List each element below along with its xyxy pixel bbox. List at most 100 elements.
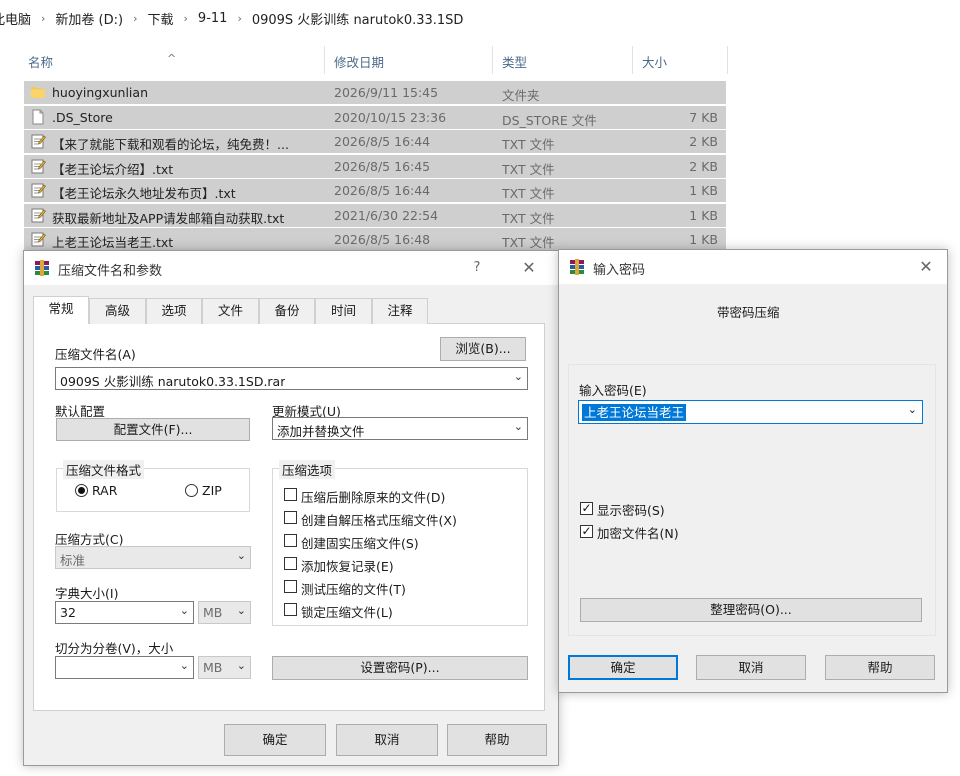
option-checkbox[interactable] [284, 557, 297, 570]
breadcrumb-item[interactable]: 0909S 火影训练 narutok0.33.1SD [246, 9, 470, 28]
column-date[interactable]: 修改日期 [334, 52, 384, 71]
option-label[interactable]: 锁定压缩文件(L) [301, 602, 393, 621]
file-date: 2026/9/11 15:45 [334, 85, 439, 100]
tab-files[interactable]: 文件 [202, 298, 259, 324]
file-size: 1 KB [689, 232, 718, 247]
archive-name-input[interactable]: 0909S 火影训练 narutok0.33.1SD.rar ⌄ [55, 367, 528, 390]
show-password-checkbox[interactable]: ✓ [580, 502, 593, 515]
split-unit-select[interactable]: MB ⌄ [198, 656, 251, 679]
option-label[interactable]: 测试压缩的文件(T) [301, 579, 406, 598]
compression-options-title: 压缩选项 [279, 460, 336, 479]
breadcrumb-item[interactable]: 新加卷 (D:) [49, 9, 129, 28]
chevron-right-icon: › [183, 11, 188, 25]
option-label[interactable]: 压缩后删除原来的文件(D) [301, 487, 445, 506]
option-checkbox[interactable] [284, 511, 297, 524]
breadcrumb: 此电脑 › 新加卷 (D:) › 下载 › 9-11 › 0909S 火影训练 … [0, 0, 960, 36]
chevron-down-icon[interactable]: ⌄ [180, 604, 189, 617]
format-zip-radio[interactable] [185, 484, 198, 497]
dictionary-unit-select[interactable]: MB ⌄ [198, 601, 251, 624]
password-dialog-titlebar[interactable]: 输入密码 ✕ [559, 250, 947, 284]
format-rar-label[interactable]: RAR [92, 483, 117, 498]
file-row[interactable]: 【老王论坛介绍】.txt 2026/8/5 16:45 TXT 文件 2 KB [24, 154, 726, 178]
file-list: ^ 名称 修改日期 类型 大小 huoyingxunlian 2026/9/11 … [22, 40, 732, 260]
column-name[interactable]: 名称 [28, 52, 53, 71]
close-icon[interactable]: ✕ [518, 257, 540, 279]
chevron-down-icon[interactable]: ⌄ [514, 370, 523, 383]
password-input[interactable]: 上老王论坛当老王 ⌄ [578, 400, 923, 424]
help-button[interactable]: 帮助 [447, 724, 547, 756]
dictionary-size-select[interactable]: 32 ⌄ [55, 601, 194, 624]
file-row[interactable]: .DS_Store 2020/10/15 23:36 DS_STORE 文件 7 KB [24, 105, 726, 129]
password-heading: 带密码压缩 [717, 305, 780, 320]
text-file-icon [30, 231, 46, 247]
archive-dialog-title: 压缩文件名和参数 [58, 264, 163, 279]
archive-name-label: 压缩文件名(A) [55, 347, 136, 362]
option-checkbox[interactable] [284, 603, 297, 616]
file-row[interactable]: huoyingxunlian 2026/9/11 15:45 文件夹 [24, 81, 726, 104]
tab-advanced[interactable]: 高级 [89, 298, 146, 324]
option-label[interactable]: 添加恢复记录(E) [301, 556, 394, 575]
split-size-input[interactable]: ⌄ [55, 656, 194, 679]
file-type: TXT 文件 [502, 161, 555, 177]
breadcrumb-item[interactable]: 此电脑 [0, 9, 37, 28]
chevron-down-icon[interactable]: ⌄ [514, 420, 523, 433]
file-name: 【老王论坛介绍】.txt [52, 161, 174, 177]
file-size: 2 KB [689, 158, 718, 174]
option-label[interactable]: 创建自解压格式压缩文件(X) [301, 510, 457, 529]
chevron-down-icon[interactable]: ⌄ [180, 659, 189, 672]
password-ok-button[interactable]: 确定 [568, 655, 678, 680]
encrypt-file-names-label[interactable]: 加密文件名(N) [597, 523, 679, 542]
tab-options[interactable]: 选项 [146, 298, 202, 324]
organize-passwords-button[interactable]: 整理密码(O)... [580, 598, 922, 622]
chevron-right-icon: › [133, 11, 138, 25]
set-password-button[interactable]: 设置密码(P)... [272, 656, 528, 680]
chevron-right-icon: › [41, 11, 46, 25]
tab-comment[interactable]: 注释 [372, 298, 428, 324]
chevron-down-icon[interactable]: ⌄ [908, 403, 917, 416]
column-size[interactable]: 大小 [642, 52, 667, 71]
file-date: 2026/8/5 16:44 [334, 183, 431, 198]
tab-backup[interactable]: 备份 [259, 298, 315, 324]
update-mode-select[interactable]: 添加并替换文件 ⌄ [272, 417, 528, 440]
file-name: 上老王论坛当老王.txt [52, 235, 174, 250]
chevron-down-icon[interactable]: ⌄ [237, 604, 246, 617]
password-dialog-title: 输入密码 [593, 263, 646, 278]
method-select[interactable]: 标准 ⌄ [55, 546, 251, 569]
password-help-button[interactable]: 帮助 [825, 655, 935, 680]
chevron-down-icon[interactable]: ⌄ [237, 549, 246, 562]
file-row[interactable]: 上老王论坛当老王.txt 2026/8/5 16:48 TXT 文件 1 KB [24, 228, 726, 251]
format-rar-radio[interactable] [75, 484, 88, 497]
text-file-icon [30, 133, 46, 149]
cancel-button[interactable]: 取消 [336, 724, 438, 756]
profiles-button[interactable]: 配置文件(F)... [56, 418, 250, 441]
show-password-label[interactable]: 显示密码(S) [597, 500, 665, 519]
option-label[interactable]: 创建固实压缩文件(S) [301, 533, 419, 552]
breadcrumb-item[interactable]: 下载 [142, 9, 180, 28]
file-type: TXT 文件 [502, 186, 555, 201]
encrypt-file-names-checkbox[interactable]: ✓ [580, 525, 593, 538]
browse-button[interactable]: 浏览(B)... [440, 337, 526, 361]
column-type[interactable]: 类型 [502, 52, 527, 71]
tab-time[interactable]: 时间 [315, 298, 372, 324]
split-volumes-label: 切分为分卷(V)，大小 [55, 641, 174, 656]
help-icon[interactable]: ? [466, 257, 488, 279]
archive-dialog-titlebar[interactable]: 压缩文件名和参数 ? ✕ [24, 251, 558, 285]
file-icon [30, 109, 46, 125]
text-file-icon [30, 207, 46, 223]
file-name: 获取最新地址及APP请发邮箱自动获取.txt [52, 210, 285, 226]
format-zip-label[interactable]: ZIP [202, 483, 222, 498]
file-row[interactable]: 【老王论坛永久地址发布页】.txt 2026/8/5 16:44 TXT 文件 1 K… [24, 179, 726, 202]
chevron-down-icon[interactable]: ⌄ [237, 659, 246, 672]
winrar-icon [35, 260, 49, 276]
option-checkbox[interactable] [284, 488, 297, 501]
file-type: DS_STORE 文件 [502, 112, 597, 128]
password-cancel-button[interactable]: 取消 [696, 655, 806, 680]
breadcrumb-item[interactable]: 9-11 [192, 11, 234, 26]
close-icon[interactable]: ✕ [915, 256, 937, 278]
option-checkbox[interactable] [284, 580, 297, 593]
ok-button[interactable]: 确定 [224, 724, 326, 756]
tab-general[interactable]: 常规 [33, 296, 89, 324]
file-row[interactable]: 【来了就能下载和观看的论坛，纯免费！... 2026/8/5 16:44 TXT 文… [24, 130, 726, 153]
option-checkbox[interactable] [284, 534, 297, 547]
file-row[interactable]: 获取最新地址及APP请发邮箱自动获取.txt 2021/6/30 22:54 TXT… [24, 203, 726, 227]
